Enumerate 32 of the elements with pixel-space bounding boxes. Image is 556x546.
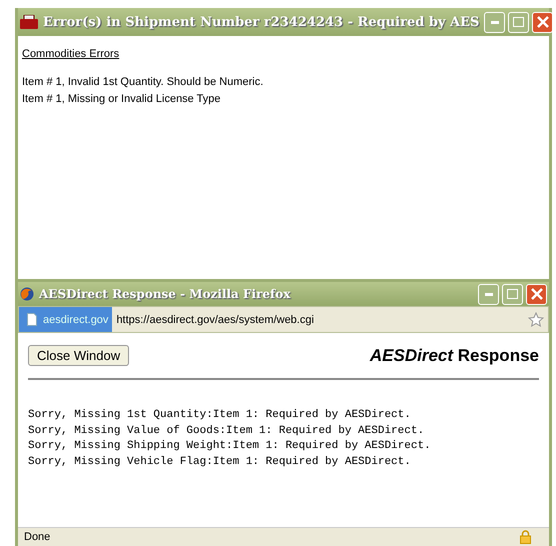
lock-icon	[520, 530, 531, 544]
close-window-button[interactable]: Close Window	[28, 345, 130, 366]
error-message: Item # 1, Invalid 1st Quantity. Should be Numeric.	[22, 75, 264, 90]
maximize-button[interactable]	[502, 284, 523, 304]
site-name: aesdirect.gov	[43, 314, 108, 326]
globe-icon	[20, 287, 34, 301]
minimize-icon	[490, 20, 499, 24]
close-button[interactable]	[532, 12, 554, 32]
maximize-button[interactable]	[508, 12, 530, 32]
minimize-button[interactable]	[478, 284, 499, 304]
error-message: Sorry, Missing 1st Quantity:Item 1: Required by AESDirect.	[28, 408, 412, 423]
error-message: Sorry, Missing Vehicle Flag:Item 1: Required by AESDirect.	[28, 454, 412, 470]
printer-icon	[20, 15, 38, 29]
status-text: Done	[24, 531, 50, 543]
close-button[interactable]	[526, 284, 547, 304]
close-icon	[530, 288, 542, 300]
maximize-icon	[507, 289, 518, 299]
window-title: AESDirect Response - Mozilla Firefox	[39, 287, 290, 301]
close-icon	[536, 16, 549, 28]
address-bar[interactable]: aesdirect.gov https://aesdirect.gov/aes/system/web.cgi	[18, 306, 549, 333]
minimize-button[interactable]	[484, 12, 506, 32]
url-text: https://aesdirect.gov/aes/system/web.cgi	[116, 314, 315, 326]
maximize-icon	[513, 17, 524, 27]
star-icon[interactable]	[528, 312, 544, 327]
error-message: Sorry, Missing Value of Goods:Item 1: Required by AESDirect.	[28, 424, 426, 438]
page-heading: AESDirect Response	[370, 346, 539, 366]
error-message: Sorry, Missing Shipping Weight:Item 1: Required by AESDirect.	[28, 439, 432, 454]
page-icon	[27, 313, 37, 326]
window-title: Error(s) in Shipment Number r23424243 - Required by AES	[43, 14, 480, 30]
minimize-icon	[484, 292, 492, 296]
section-title: Commodities Errors	[22, 48, 120, 60]
error-message: Item # 1, Missing or Invalid License Type	[22, 92, 222, 107]
